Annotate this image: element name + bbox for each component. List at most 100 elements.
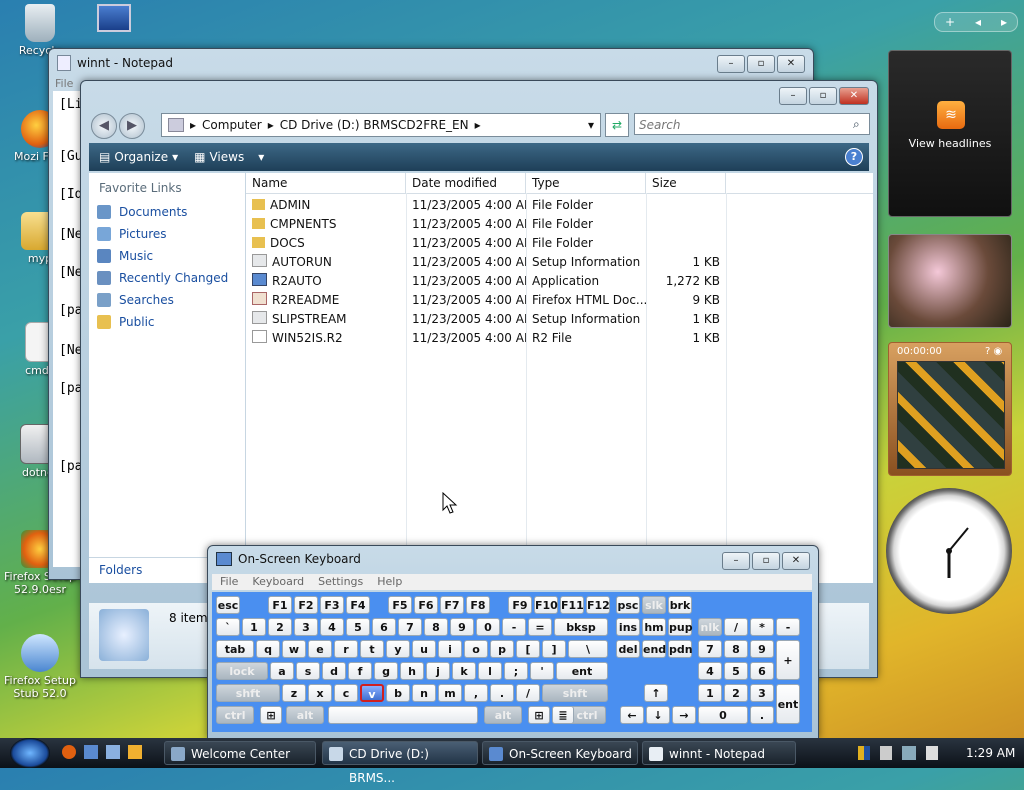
notepad-titlebar[interactable]: winnt - Notepad — [49, 49, 813, 77]
osk-key-o[interactable]: o — [464, 640, 488, 658]
osk-key-n[interactable]: n — [412, 684, 436, 702]
osk-maximize-button[interactable]: ▫ — [752, 552, 780, 570]
osk-key-lock[interactable]: lock — [216, 662, 268, 680]
osk-key-F9[interactable]: F9 — [508, 596, 532, 614]
start-button[interactable] — [10, 738, 50, 768]
osk-key-sym1-18[interactable]: / — [724, 618, 748, 636]
osk-key-w[interactable]: w — [282, 640, 306, 658]
osk-key-F12[interactable]: F12 — [586, 596, 610, 614]
osk-key-sym4-9[interactable]: . — [490, 684, 514, 702]
osk-key-2[interactable]: 2 — [268, 618, 292, 636]
osk-key-8[interactable]: 8 — [724, 640, 748, 658]
osk-key-e[interactable]: e — [308, 640, 332, 658]
osk-key-sym1-12[interactable]: = — [528, 618, 552, 636]
osk-key-tab[interactable]: tab — [216, 640, 254, 658]
search-icon[interactable]: ⌕ — [853, 117, 860, 132]
switch-windows-icon[interactable] — [106, 745, 120, 759]
column-header-date[interactable]: Date modified — [406, 173, 526, 193]
breadcrumb-cd-drive[interactable]: CD Drive (D:) BRMSCD2FRE_EN — [280, 118, 469, 132]
osk-key-sym5-6[interactable]: → — [672, 706, 696, 724]
osk-key-esc[interactable]: esc — [216, 596, 240, 614]
osk-key-ctrl[interactable]: ctrl — [216, 706, 254, 724]
osk-key-alt[interactable]: alt — [286, 706, 324, 724]
osk-minimize-button[interactable]: – — [722, 552, 750, 570]
osk-key-0[interactable]: 0 — [698, 706, 748, 724]
osk-key-i[interactable]: i — [438, 640, 462, 658]
osk-key-y[interactable]: y — [386, 640, 410, 658]
osk-key-sym1-19[interactable]: * — [750, 618, 774, 636]
explorer-minimize-button[interactable]: – — [779, 87, 807, 105]
osk-key-sym1-20[interactable]: - — [776, 618, 800, 636]
osk-key-pdn[interactable]: pdn — [668, 640, 693, 658]
back-button[interactable]: ◀ — [91, 113, 117, 139]
osk-key-m[interactable]: m — [438, 684, 462, 702]
osk-key-b[interactable]: b — [386, 684, 410, 702]
installer-shortcut-icon[interactable] — [94, 2, 134, 42]
osk-key-s[interactable]: s — [296, 662, 320, 680]
column-header-size[interactable]: Size — [646, 173, 726, 193]
osk-key-sym4-12[interactable]: ↑ — [644, 684, 668, 702]
network-icon[interactable] — [902, 746, 916, 760]
osk-key-v[interactable]: v — [360, 684, 384, 702]
osk-key-d[interactable]: d — [322, 662, 346, 680]
osk-key-f[interactable]: f — [348, 662, 372, 680]
osk-key-F8[interactable]: F8 — [466, 596, 490, 614]
osk-key-alt[interactable]: alt — [484, 706, 522, 724]
favorite-link-pictures[interactable]: Pictures — [89, 223, 245, 245]
osk-key-bksp[interactable]: bksp — [554, 618, 608, 636]
osk-key-hm[interactable]: hm — [642, 618, 666, 636]
organize-button[interactable]: ▤ Organize ▾ — [99, 150, 178, 164]
taskbar-item-notepad[interactable]: winnt - Notepad — [642, 741, 796, 765]
osk-key-sym5-4[interactable]: ← — [620, 706, 644, 724]
table-row[interactable]: R2AUTO 11/23/2005 4:00 AM Application 1,272… — [246, 272, 873, 291]
osk-key-F11[interactable]: F11 — [560, 596, 584, 614]
osk-key-F3[interactable]: F3 — [320, 596, 344, 614]
taskbar-item-osk[interactable]: On-Screen Keyboard — [482, 741, 638, 765]
osk-key-sym1-11[interactable]: - — [502, 618, 526, 636]
notepad-maximize-button[interactable]: ▫ — [747, 55, 775, 73]
osk-key-a[interactable]: a — [270, 662, 294, 680]
osk-key-l[interactable]: l — [478, 662, 502, 680]
notepad-minimize-button[interactable]: – — [717, 55, 745, 73]
osk-key-7[interactable]: 7 — [698, 640, 722, 658]
osk-menu-file[interactable]: File — [220, 574, 238, 590]
breadcrumb-dropdown-icon[interactable]: ▾ — [588, 118, 594, 132]
osk-key-space[interactable] — [328, 706, 478, 724]
osk-close-button[interactable]: ✕ — [782, 552, 810, 570]
next-icon[interactable]: ▸ — [1001, 13, 1007, 31]
favorite-link-documents[interactable]: Documents — [89, 201, 245, 223]
slideshow-gadget[interactable] — [888, 234, 1012, 328]
column-header-name[interactable]: Name — [246, 173, 406, 193]
previous-icon[interactable]: ◂ — [975, 13, 981, 31]
help-icon[interactable]: ? — [845, 148, 863, 166]
osk-key-psc[interactable]: psc — [616, 596, 640, 614]
view-headlines-link[interactable]: View headlines — [889, 137, 1011, 150]
osk-key-ins[interactable]: ins — [616, 618, 640, 636]
osk-key-r[interactable]: r — [334, 640, 358, 658]
osk-key-5[interactable]: 5 — [346, 618, 370, 636]
volume-icon[interactable] — [926, 746, 938, 760]
osk-key-9[interactable]: 9 — [450, 618, 474, 636]
osk-key-ent[interactable]: ent — [556, 662, 608, 680]
osk-key-8[interactable]: 8 — [424, 618, 448, 636]
osk-key-0[interactable]: 0 — [476, 618, 500, 636]
favorite-link-recently-changed[interactable]: Recently Changed — [89, 267, 245, 289]
table-row[interactable]: R2README 11/23/2005 4:00 AM Firefox HTML D… — [246, 291, 873, 310]
osk-window[interactable]: On-Screen Keyboard – ▫ ✕ File Keyboard S… — [207, 545, 819, 739]
table-row[interactable]: WIN52IS.R2 11/23/2005 4:00 AM R2 File 1 KB — [246, 329, 873, 348]
osk-key-sym5-8[interactable]: . — [750, 706, 774, 724]
osk-key-sym3-10[interactable]: ; — [504, 662, 528, 680]
osk-key-9[interactable]: 9 — [750, 640, 774, 658]
osk-menu-keyboard[interactable]: Keyboard — [252, 574, 304, 590]
desktop-icon-firefox-stub[interactable]: Firefox Setup Stub 52.0 — [0, 634, 80, 700]
security-shield-icon[interactable] — [858, 746, 870, 760]
clock-gadget[interactable] — [886, 488, 1012, 614]
explorer-close-button[interactable]: ✕ — [839, 87, 869, 105]
osk-key-F10[interactable]: F10 — [534, 596, 558, 614]
osk-key-sym2-11[interactable]: [ — [516, 640, 540, 658]
osk-key-sym2-13[interactable]: \ — [568, 640, 608, 658]
osk-key-sym5-5[interactable]: ↓ — [646, 706, 670, 724]
osk-key-shft[interactable]: shft — [542, 684, 608, 702]
osk-key-3[interactable]: 3 — [750, 684, 774, 702]
osk-key-h[interactable]: h — [400, 662, 424, 680]
